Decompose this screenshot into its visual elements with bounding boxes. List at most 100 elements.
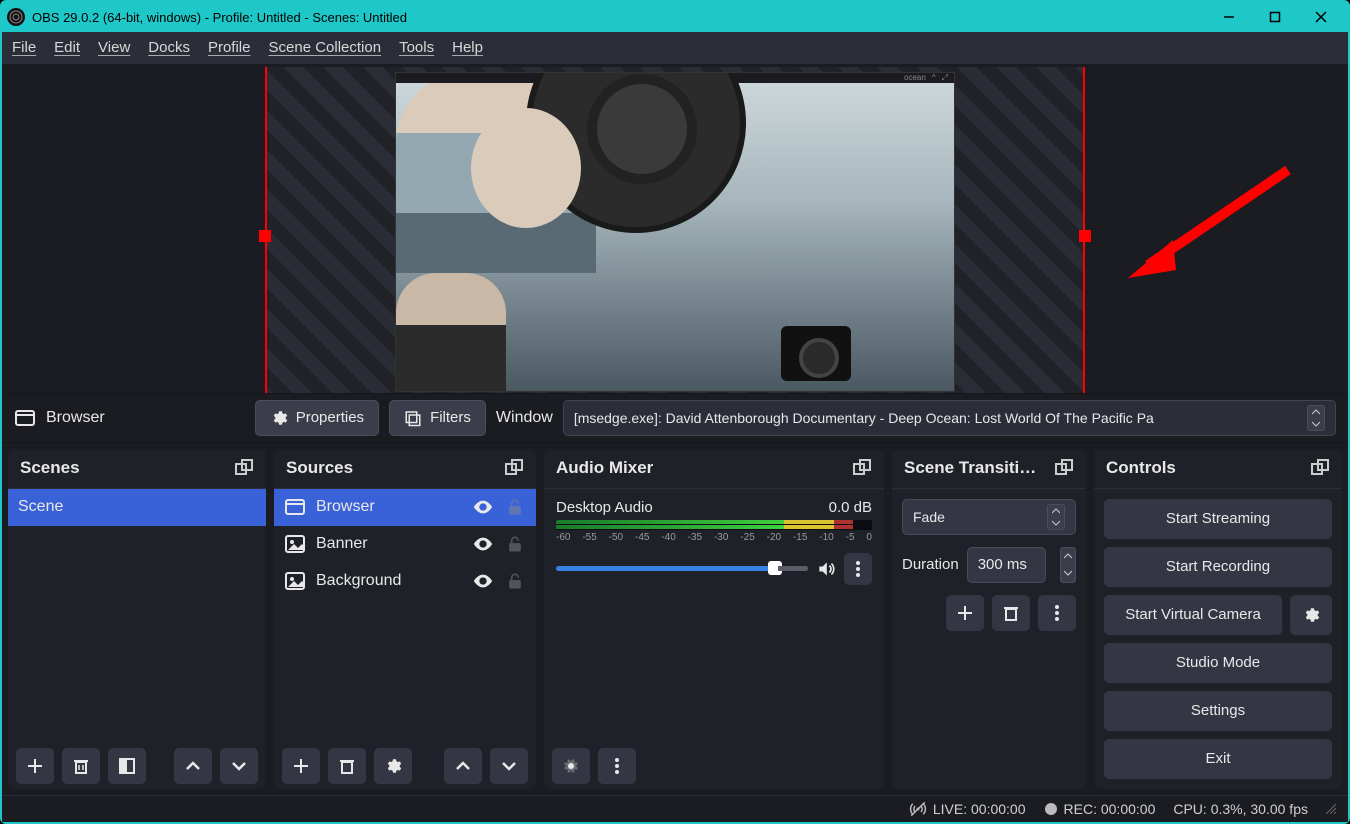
scenes-dock: Scenes Scene [8,449,266,789]
menu-docks[interactable]: Docks [148,39,190,56]
popout-icon[interactable] [852,458,872,478]
menu-help[interactable]: Help [452,39,483,56]
close-button[interactable] [1298,2,1344,32]
minimize-button[interactable] [1206,2,1252,32]
source-toolbar: Browser Properties Filters Window [msedg… [2,393,1348,443]
transitions-dock: Scene Transiti… Fade Duration 300 ms [892,449,1086,789]
remove-transition-button[interactable] [992,595,1030,631]
add-transition-button[interactable] [946,595,984,631]
popout-icon[interactable] [1310,458,1330,478]
window-dropdown[interactable]: [msedge.exe]: David Attenborough Documen… [563,400,1336,436]
preview-canvas[interactable]: ocean^⤢ [265,67,1085,393]
cpu-status: CPU: 0.3%, 30.00 fps [1173,801,1308,817]
remove-source-button[interactable] [328,748,366,784]
menu-tools[interactable]: Tools [399,39,434,56]
source-row[interactable]: Background [274,563,536,600]
scenes-header: Scenes [8,449,266,489]
resize-handle-right[interactable] [1079,230,1091,242]
controls-header: Controls [1094,449,1342,489]
track-db: 0.0 dB [829,499,872,516]
chevron-up-icon [185,760,201,772]
scene-filters-button[interactable] [108,748,146,784]
sources-dock: Sources BrowserBannerBackground [274,449,536,789]
move-source-down-button[interactable] [490,748,528,784]
volume-slider[interactable] [556,566,808,571]
speaker-icon[interactable] [816,559,836,579]
duration-spinbox[interactable]: 300 ms [967,547,1047,583]
transitions-header: Scene Transiti… [892,449,1086,489]
popout-icon[interactable] [234,458,254,478]
track-options-button[interactable] [844,553,872,585]
maximize-button[interactable] [1252,2,1298,32]
visibility-toggle[interactable] [472,570,494,592]
source-row[interactable]: Banner [274,526,536,563]
menu-edit[interactable]: Edit [54,39,80,56]
gear-icon [384,757,402,775]
mixer-header: Audio Mixer [544,449,884,489]
controls-dock: Controls Start Streaming Start Recording… [1094,449,1342,789]
move-scene-up-button[interactable] [174,748,212,784]
meter-ticks: -60-55-50-45-40-35-30-25-20-15-10-50 [556,532,872,543]
popout-icon[interactable] [1054,458,1074,478]
window-dropdown-label: Window [496,409,553,427]
menu-scene-collection[interactable]: Scene Collection [269,39,382,56]
lock-toggle[interactable] [504,570,526,592]
lock-toggle[interactable] [504,496,526,518]
popout-icon[interactable] [504,458,524,478]
scenes-toolbar [8,743,266,789]
menu-view[interactable]: View [98,39,130,56]
scenes-list[interactable]: Scene [8,489,266,743]
preview-area[interactable]: ocean^⤢ [2,65,1348,393]
settings-button[interactable]: Settings [1104,691,1332,731]
start-recording-button[interactable]: Start Recording [1104,547,1332,587]
source-properties-button[interactable] [374,748,412,784]
menu-profile[interactable]: Profile [208,39,251,56]
mixer-options-button[interactable] [598,748,636,784]
window-icon [284,496,306,518]
plus-icon [26,757,44,775]
slider-thumb[interactable] [768,561,782,575]
resize-handle-left[interactable] [259,230,271,242]
add-scene-button[interactable] [16,748,54,784]
add-source-button[interactable] [282,748,320,784]
lock-toggle[interactable] [504,533,526,555]
start-streaming-button[interactable]: Start Streaming [1104,499,1332,539]
visibility-toggle[interactable] [472,496,494,518]
window-icon [14,407,36,429]
remove-scene-button[interactable] [62,748,100,784]
filters-icon [404,409,422,427]
selected-source-label: Browser [46,409,105,427]
mixer-settings-button[interactable] [552,748,590,784]
audio-mixer-dock: Audio Mixer Desktop Audio 0.0 dB -60-55-… [544,449,884,789]
properties-button[interactable]: Properties [255,400,379,436]
source-label: Browser [316,498,462,516]
chevron-updown-icon[interactable] [1060,547,1076,583]
start-virtual-camera-button[interactable]: Start Virtual Camera [1104,595,1282,635]
sources-toolbar [274,743,536,789]
scene-row[interactable]: Scene [8,489,266,526]
source-label: Banner [316,535,462,553]
docks-row: Scenes Scene Sources BrowserBannerBackgr… [2,443,1348,795]
image-icon [284,570,306,592]
sources-list[interactable]: Browser Banner Background [274,489,536,743]
mixer-toolbar [544,743,884,789]
move-scene-down-button[interactable] [220,748,258,784]
filters-button[interactable]: Filters [389,400,486,436]
statusbar: LIVE: 00:00:00 REC: 00:00:00 CPU: 0.3%, … [2,795,1348,822]
titlebar: OBS 29.0.2 (64-bit, windows) - Profile: … [2,2,1348,32]
menu-file[interactable]: File [12,39,36,56]
rec-status: REC: 00:00:00 [1044,801,1156,817]
browser-source-preview[interactable]: ocean^⤢ [395,72,955,392]
gear-icon [562,757,580,775]
resize-grip-icon[interactable] [1326,804,1336,814]
window-title: OBS 29.0.2 (64-bit, windows) - Profile: … [32,10,1206,25]
exit-button[interactable]: Exit [1104,739,1332,779]
move-source-up-button[interactable] [444,748,482,784]
gear-icon [1302,606,1320,624]
transition-options-button[interactable] [1038,595,1076,631]
transition-dropdown[interactable]: Fade [902,499,1076,535]
virtual-camera-settings-button[interactable] [1290,595,1332,635]
source-row[interactable]: Browser [274,489,536,526]
studio-mode-button[interactable]: Studio Mode [1104,643,1332,683]
visibility-toggle[interactable] [472,533,494,555]
